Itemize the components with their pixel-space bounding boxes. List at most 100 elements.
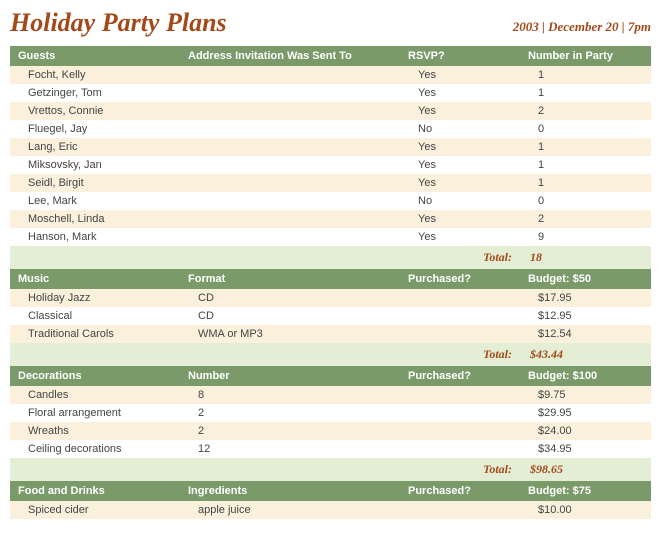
total-label: Total:	[400, 343, 520, 366]
cell	[180, 228, 400, 246]
cell: CD	[180, 307, 400, 325]
cell: 1	[520, 174, 651, 192]
cell	[180, 102, 400, 120]
col-header: Format	[180, 269, 400, 289]
cell: Yes	[400, 84, 520, 102]
cell: Vrettos, Connie	[10, 102, 180, 120]
total-row: Total:$43.44	[10, 343, 651, 366]
cell: 8	[180, 386, 400, 404]
col-header: Decorations	[10, 366, 180, 386]
cell	[400, 404, 520, 422]
cell: Floral arrangement	[10, 404, 180, 422]
document-header: Holiday Party Plans 2003 | December 20 |…	[10, 8, 651, 38]
col-header: Guests	[10, 46, 180, 66]
cell	[400, 422, 520, 440]
cell: $9.75	[520, 386, 651, 404]
cell	[180, 120, 400, 138]
cell	[400, 325, 520, 343]
table-row: Lang, EricYes1	[10, 138, 651, 156]
table-row: Candles8 $9.75	[10, 386, 651, 404]
cell: $17.95	[520, 289, 651, 307]
total-label: Total:	[400, 458, 520, 481]
cell: Yes	[400, 174, 520, 192]
date-info: 2003 | December 20 | 7pm	[513, 19, 651, 35]
cell	[400, 289, 520, 307]
col-header: RSVP?	[400, 46, 520, 66]
table-row: Spiced ciderapple juice $10.00	[10, 501, 651, 519]
cell: Lee, Mark	[10, 192, 180, 210]
cell: 2	[520, 102, 651, 120]
table-header-row: Guests Address Invitation Was Sent To RS…	[10, 46, 651, 66]
cell: $24.00	[520, 422, 651, 440]
food-table: Food and Drinks Ingredients Purchased? B…	[10, 481, 651, 519]
cell	[400, 386, 520, 404]
table-row: Seidl, Birgit Yes1	[10, 174, 651, 192]
cell	[180, 174, 400, 192]
table-row: Getzinger, Tom Yes1	[10, 84, 651, 102]
table-row: Focht, KellyYes1	[10, 66, 651, 84]
page-title: Holiday Party Plans	[10, 8, 227, 38]
cell	[180, 210, 400, 228]
col-header: Purchased?	[400, 481, 520, 501]
cell: Getzinger, Tom	[10, 84, 180, 102]
cell: 2	[520, 210, 651, 228]
cell: Yes	[400, 156, 520, 174]
table-row: Miksovsky, Jan Yes1	[10, 156, 651, 174]
cell: Wreaths	[10, 422, 180, 440]
cell	[400, 501, 520, 519]
cell: $12.54	[520, 325, 651, 343]
col-header: Number	[180, 366, 400, 386]
table-header-row: Decorations Number Purchased? Budget: $1…	[10, 366, 651, 386]
cell: apple juice	[180, 501, 400, 519]
cell	[180, 66, 400, 84]
total-value: $43.44	[520, 343, 651, 366]
cell: 12	[180, 440, 400, 458]
col-header: Budget: $100	[520, 366, 651, 386]
cell: Yes	[400, 66, 520, 84]
cell: $34.95	[520, 440, 651, 458]
cell	[400, 307, 520, 325]
col-header: Budget: $75	[520, 481, 651, 501]
cell: 2	[180, 422, 400, 440]
cell: Miksovsky, Jan	[10, 156, 180, 174]
cell	[180, 84, 400, 102]
col-header: Ingredients	[180, 481, 400, 501]
cell	[180, 192, 400, 210]
cell: Ceiling decorations	[10, 440, 180, 458]
col-header: Music	[10, 269, 180, 289]
cell	[180, 138, 400, 156]
total-label: Total:	[400, 246, 520, 269]
col-header: Address Invitation Was Sent To	[180, 46, 400, 66]
cell: Seidl, Birgit	[10, 174, 180, 192]
table-row: Holiday JazzCD$17.95	[10, 289, 651, 307]
total-value: 18	[520, 246, 651, 269]
cell: Yes	[400, 102, 520, 120]
cell: $10.00	[520, 501, 651, 519]
cell	[400, 440, 520, 458]
cell: 0	[520, 120, 651, 138]
cell: Candles	[10, 386, 180, 404]
cell: Lang, Eric	[10, 138, 180, 156]
guests-table: Guests Address Invitation Was Sent To RS…	[10, 46, 651, 269]
col-header: Purchased?	[400, 269, 520, 289]
cell: 1	[520, 156, 651, 174]
table-header-row: Food and Drinks Ingredients Purchased? B…	[10, 481, 651, 501]
cell: No	[400, 120, 520, 138]
cell: Focht, Kelly	[10, 66, 180, 84]
cell: CD	[180, 289, 400, 307]
total-row: Total:$98.65	[10, 458, 651, 481]
cell: 1	[520, 84, 651, 102]
cell: Moschell, Linda	[10, 210, 180, 228]
cell: $12.95	[520, 307, 651, 325]
decorations-table: Decorations Number Purchased? Budget: $1…	[10, 366, 651, 481]
col-header: Number in Party	[520, 46, 651, 66]
cell: 9	[520, 228, 651, 246]
table-row: Fluegel, JayNo0	[10, 120, 651, 138]
cell: Classical	[10, 307, 180, 325]
table-row: Traditional CarolsWMA or MP3$12.54	[10, 325, 651, 343]
table-row: Wreaths2 $24.00	[10, 422, 651, 440]
cell	[180, 156, 400, 174]
table-row: Moschell, LindaYes2	[10, 210, 651, 228]
total-row: Total:18	[10, 246, 651, 269]
cell: Spiced cider	[10, 501, 180, 519]
